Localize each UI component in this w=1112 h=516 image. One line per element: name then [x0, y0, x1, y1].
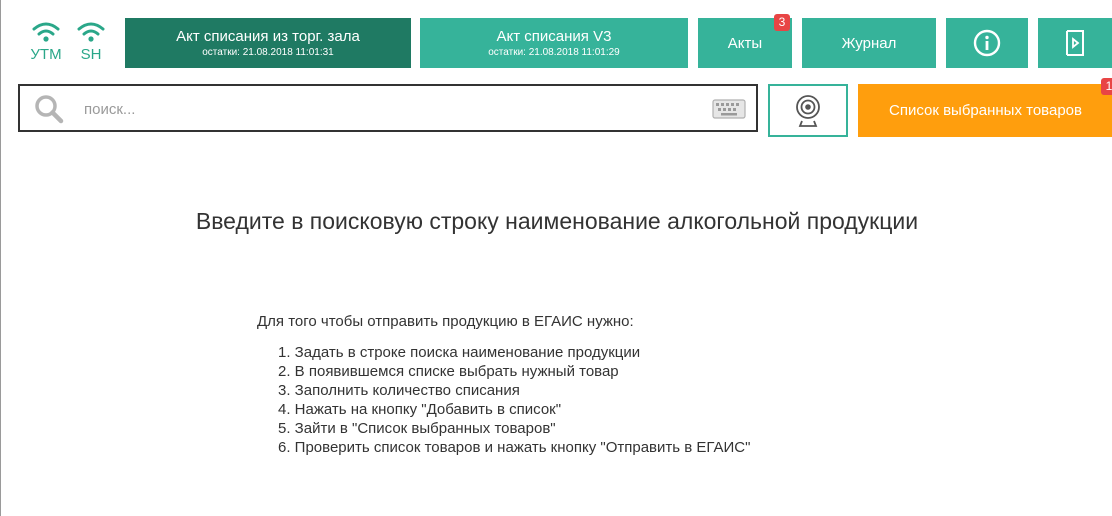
exit-icon: [1065, 30, 1084, 56]
search-icon: [35, 95, 64, 124]
step-item: 2. В появившемся списке выбрать нужный т…: [278, 363, 619, 380]
selected-products-label: Список выбранных товаров: [889, 102, 1082, 119]
info-button[interactable]: [946, 18, 1028, 68]
utm-label: УТМ: [30, 46, 62, 63]
instructions-intro: Для того чтобы отправить продукцию в ЕГА…: [257, 313, 634, 330]
acts-button[interactable]: Акты 3: [698, 14, 792, 68]
journal-label: Журнал: [841, 34, 897, 52]
search-input[interactable]: [82, 96, 646, 122]
act-v3-title: Акт списания V3: [496, 27, 612, 45]
act-hall-button[interactable]: Акт списания из торг. зала остатки: 21.0…: [125, 18, 411, 68]
instruction-steps: 1. Задать в строке поиска наименование п…: [278, 343, 750, 457]
step-item: 6. Проверить список товаров и нажать кно…: [278, 439, 751, 456]
acts-label: Акты: [727, 34, 763, 52]
step-item: 1. Задать в строке поиска наименование п…: [278, 344, 641, 361]
camera-scan-button[interactable]: [768, 84, 848, 137]
journal-button[interactable]: Журнал: [802, 18, 936, 68]
top-bar: УТМ SH Акт списания из торг. зала остатк…: [1, 0, 1112, 78]
sh-label: SH: [80, 46, 102, 63]
act-v3-button[interactable]: Акт списания V3 остатки: 21.08.2018 11:0…: [420, 18, 688, 68]
exit-button[interactable]: [1038, 18, 1112, 68]
step-item: 5. Зайти в "Список выбранных товаров": [278, 420, 556, 437]
utm-status: УТМ: [26, 20, 66, 63]
step-item: 3. Заполнить количество списания: [278, 382, 520, 399]
act-hall-subtitle: остатки: 21.08.2018 11:01:31: [202, 46, 334, 58]
webcam-icon: [796, 94, 820, 127]
sh-status: SH: [71, 20, 111, 63]
act-hall-title: Акт списания из торг. зала: [176, 27, 360, 45]
main-headline: Введите в поисковую строку наименование …: [195, 208, 919, 234]
wifi-icon: [77, 22, 105, 42]
keyboard-icon[interactable]: [712, 99, 746, 119]
app-frame: УТМ SH Акт списания из торг. зала остатк…: [0, 0, 1112, 516]
acts-badge: 3: [774, 14, 790, 31]
selected-products-button[interactable]: Список выбранных товаров 1: [858, 78, 1112, 137]
search-box: [18, 84, 758, 132]
wifi-icon: [32, 22, 60, 42]
info-icon: [973, 29, 1001, 57]
selected-products-badge: 1: [1101, 78, 1112, 95]
act-v3-subtitle: остатки: 21.08.2018 11:01:29: [488, 46, 620, 58]
step-item: 4. Нажать на кнопку "Добавить в список": [278, 401, 562, 418]
